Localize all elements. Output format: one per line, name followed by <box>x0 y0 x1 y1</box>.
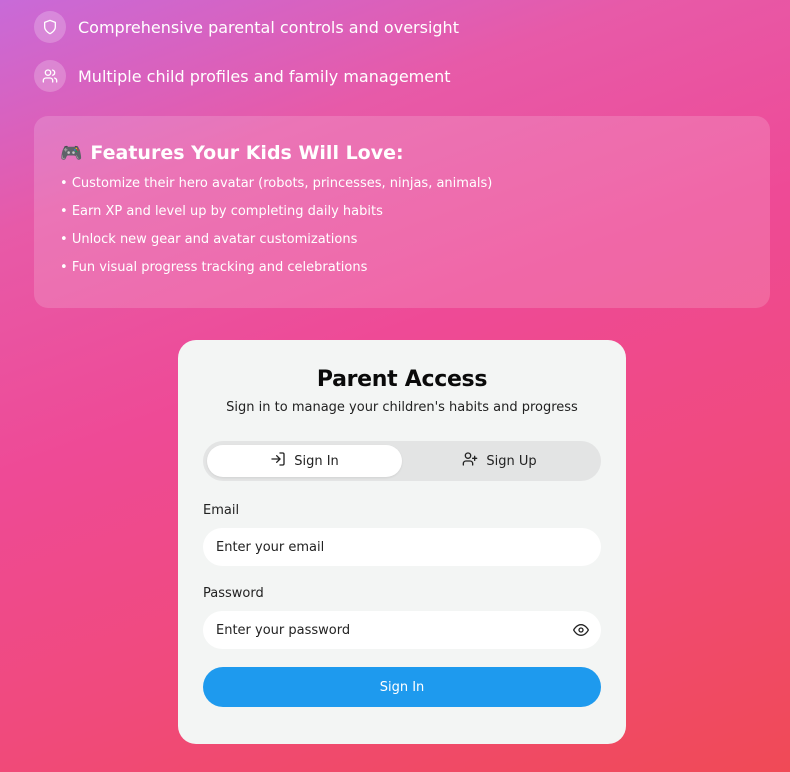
tab-sign-up[interactable]: Sign Up <box>402 445 597 477</box>
list-item: Unlock new gear and avatar customization… <box>60 230 744 258</box>
email-field[interactable] <box>203 539 601 555</box>
page-title: Parent Access <box>316 367 488 392</box>
feature-text: Comprehensive parental controls and over… <box>78 17 459 37</box>
gamepad-icon: 🎮 <box>60 142 83 164</box>
kids-features-title: 🎮 Features Your Kids Will Love: <box>60 142 744 164</box>
auth-tabs: Sign In Sign Up <box>203 441 601 481</box>
list-item: Fun visual progress tracking and celebra… <box>60 258 744 286</box>
tab-label: Sign In <box>294 453 339 469</box>
email-field-wrapper <box>203 528 601 566</box>
list-item: Customize their hero avatar (robots, pri… <box>60 174 744 202</box>
shield-icon <box>34 11 66 43</box>
kids-features-list: Customize their hero avatar (robots, pri… <box>60 174 744 286</box>
login-icon <box>270 451 294 471</box>
auth-subtitle: Sign in to manage your children's habits… <box>226 400 578 415</box>
email-label: Email <box>203 503 240 518</box>
password-label: Password <box>203 586 264 601</box>
feature-family-management: Multiple child profiles and family manag… <box>34 60 451 92</box>
password-field-wrapper <box>203 611 601 649</box>
user-plus-icon <box>462 451 486 471</box>
tab-sign-in[interactable]: Sign In <box>207 445 402 477</box>
users-icon <box>34 60 66 92</box>
feature-text: Multiple child profiles and family manag… <box>78 66 451 86</box>
kids-features-card: 🎮 Features Your Kids Will Love: Customiz… <box>34 116 770 308</box>
kids-features-heading: Features Your Kids Will Love: <box>90 142 404 164</box>
list-item: Earn XP and level up by completing daily… <box>60 202 744 230</box>
feature-parental-controls: Comprehensive parental controls and over… <box>34 11 459 43</box>
eye-icon[interactable] <box>573 622 589 642</box>
tab-label: Sign Up <box>486 453 537 469</box>
sign-in-button[interactable]: Sign In <box>203 667 601 707</box>
parent-access-card: Parent Access Sign in to manage your chi… <box>178 340 626 744</box>
password-field[interactable] <box>203 622 601 638</box>
